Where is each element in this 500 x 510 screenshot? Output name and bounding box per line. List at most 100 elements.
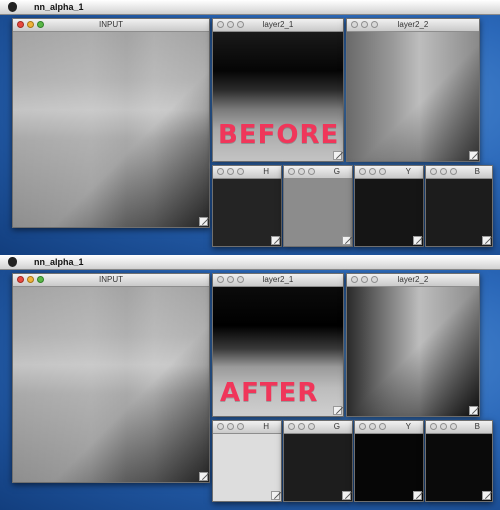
resize-grip-icon[interactable] <box>469 151 478 160</box>
layer2-2-image <box>347 287 479 416</box>
close-button[interactable] <box>351 21 358 28</box>
close-button[interactable] <box>17 276 24 283</box>
y-titlebar[interactable]: Y <box>355 421 423 434</box>
minimize-button[interactable] <box>227 21 234 28</box>
zoom-button[interactable] <box>371 21 378 28</box>
layer2-2-titlebar[interactable]: layer2_2 <box>347 19 479 32</box>
zoom-button[interactable] <box>450 423 457 430</box>
resize-grip-icon[interactable] <box>482 236 491 245</box>
input-titlebar[interactable]: INPUT <box>13 19 209 32</box>
minimize-button[interactable] <box>298 168 305 175</box>
resize-grip-icon[interactable] <box>469 406 478 415</box>
resize-grip-icon[interactable] <box>333 151 342 160</box>
layer2-1-titlebar[interactable]: layer2_1 <box>213 19 343 32</box>
layer2-2-title: layer2_2 <box>397 275 429 284</box>
b-titlebar[interactable]: B <box>426 421 492 434</box>
input-titlebar[interactable]: INPUT <box>13 274 209 287</box>
close-button[interactable] <box>217 168 224 175</box>
resize-grip-icon[interactable] <box>271 236 280 245</box>
resize-grip-icon[interactable] <box>342 491 351 500</box>
minimize-button[interactable] <box>440 168 447 175</box>
input-window[interactable]: INPUT <box>12 18 210 228</box>
b-window[interactable]: B <box>425 165 493 247</box>
resize-grip-icon[interactable] <box>482 491 491 500</box>
input-window-title: INPUT <box>99 20 123 29</box>
close-button[interactable] <box>359 423 366 430</box>
g-window[interactable]: G <box>283 420 353 502</box>
resize-grip-icon[interactable] <box>342 236 351 245</box>
minimize-button[interactable] <box>27 276 34 283</box>
app-menu-name[interactable]: nn_alpha_1 <box>34 0 84 14</box>
minimize-button[interactable] <box>369 423 376 430</box>
b-window[interactable]: B <box>425 420 493 502</box>
resize-grip-icon[interactable] <box>333 406 342 415</box>
minimize-button[interactable] <box>369 168 376 175</box>
minimize-button[interactable] <box>440 423 447 430</box>
y-title: Y <box>405 422 411 431</box>
zoom-button[interactable] <box>237 21 244 28</box>
h-title: H <box>263 167 269 176</box>
layer2-2-title: layer2_2 <box>397 20 429 29</box>
zoom-button[interactable] <box>450 168 457 175</box>
minimize-button[interactable] <box>27 21 34 28</box>
input-image <box>13 287 209 482</box>
close-button[interactable] <box>430 168 437 175</box>
close-button[interactable] <box>430 423 437 430</box>
h-window[interactable]: H <box>212 165 282 247</box>
h-titlebar[interactable]: H <box>213 421 281 434</box>
resize-grip-icon[interactable] <box>199 472 208 481</box>
close-button[interactable] <box>351 276 358 283</box>
close-button[interactable] <box>217 21 224 28</box>
minimize-button[interactable] <box>298 423 305 430</box>
layer2-2-window[interactable]: layer2_2 <box>346 273 480 417</box>
apple-menu-icon[interactable] <box>8 257 17 267</box>
y-titlebar[interactable]: Y <box>355 166 423 179</box>
close-button[interactable] <box>17 21 24 28</box>
resize-grip-icon[interactable] <box>413 236 422 245</box>
g-window[interactable]: G <box>283 165 353 247</box>
h-titlebar[interactable]: H <box>213 166 281 179</box>
h-window[interactable]: H <box>212 420 282 502</box>
zoom-button[interactable] <box>371 276 378 283</box>
minimize-button[interactable] <box>227 276 234 283</box>
app-menu-name[interactable]: nn_alpha_1 <box>34 255 84 269</box>
minimize-button[interactable] <box>361 21 368 28</box>
y-window[interactable]: Y <box>354 165 424 247</box>
zoom-button[interactable] <box>237 276 244 283</box>
b-title: B <box>474 167 480 176</box>
minimize-button[interactable] <box>227 423 234 430</box>
zoom-button[interactable] <box>37 276 44 283</box>
minimize-button[interactable] <box>361 276 368 283</box>
close-button[interactable] <box>217 423 224 430</box>
layer2-1-title: layer2_1 <box>262 275 294 284</box>
h-title: H <box>263 422 269 431</box>
zoom-button[interactable] <box>308 168 315 175</box>
g-titlebar[interactable]: G <box>284 421 352 434</box>
close-button[interactable] <box>288 168 295 175</box>
zoom-button[interactable] <box>237 168 244 175</box>
close-button[interactable] <box>288 423 295 430</box>
b-titlebar[interactable]: B <box>426 166 492 179</box>
apple-menu-icon[interactable] <box>8 2 17 12</box>
zoom-button[interactable] <box>237 423 244 430</box>
resize-grip-icon[interactable] <box>413 491 422 500</box>
zoom-button[interactable] <box>379 168 386 175</box>
y-window[interactable]: Y <box>354 420 424 502</box>
resize-grip-icon[interactable] <box>271 491 280 500</box>
g-titlebar[interactable]: G <box>284 166 352 179</box>
layer2-1-titlebar[interactable]: layer2_1 <box>213 274 343 287</box>
after-screen: nn_alpha_1 INPUT layer2_1 layer2_2 AFTER… <box>0 255 500 510</box>
resize-grip-icon[interactable] <box>199 217 208 226</box>
menu-bar: nn_alpha_1 <box>0 255 500 270</box>
close-button[interactable] <box>359 168 366 175</box>
layer2-2-window[interactable]: layer2_2 <box>346 18 480 162</box>
zoom-button[interactable] <box>37 21 44 28</box>
y-title: Y <box>405 167 411 176</box>
close-button[interactable] <box>217 276 224 283</box>
layer2-2-titlebar[interactable]: layer2_2 <box>347 274 479 287</box>
input-window[interactable]: INPUT <box>12 273 210 483</box>
zoom-button[interactable] <box>308 423 315 430</box>
zoom-button[interactable] <box>379 423 386 430</box>
input-window-title: INPUT <box>99 275 123 284</box>
minimize-button[interactable] <box>227 168 234 175</box>
